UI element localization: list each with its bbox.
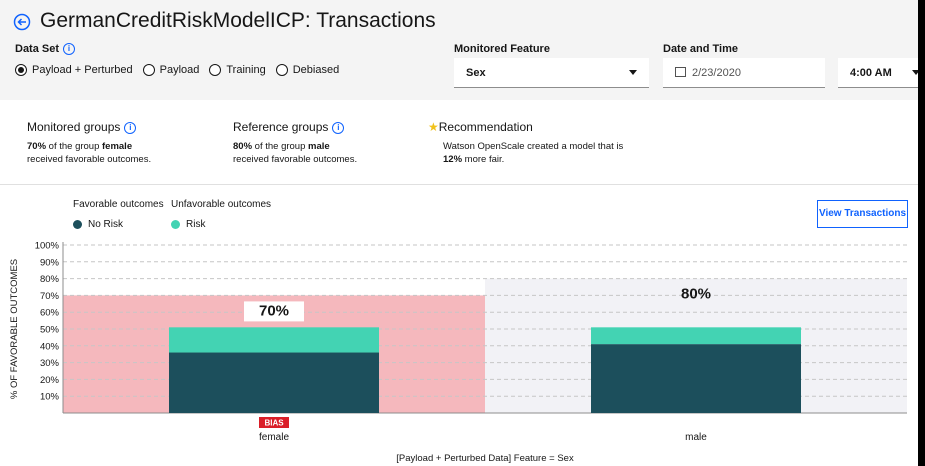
date-input[interactable]: 2/23/2020	[663, 58, 825, 88]
group-label-bg	[244, 301, 304, 322]
bias-band	[63, 295, 485, 413]
radio-icon[interactable]	[275, 64, 288, 76]
chevron-down-icon	[629, 70, 637, 75]
reference-groups-heading: Reference groups i	[233, 120, 345, 134]
legend-risk: Risk	[171, 219, 205, 230]
info-icon[interactable]: i	[332, 121, 345, 134]
radio-selected-icon[interactable]	[15, 64, 27, 76]
page-title: GermanCreditRiskModelICP: Transactions	[40, 9, 436, 32]
risk-bar-male	[591, 327, 801, 345]
y-tick-label: 30%	[40, 358, 60, 369]
data-set-radio-group: Payload + Perturbed Payload Training Deb…	[15, 64, 339, 76]
info-icon[interactable]: i	[63, 43, 76, 56]
radio-debiased[interactable]: Debiased	[275, 64, 339, 76]
no-risk-dot-icon	[73, 220, 82, 229]
y-tick-label: 70%	[40, 291, 60, 302]
view-transactions-button[interactable]: View Transactions	[817, 200, 908, 228]
x-tick-label: male	[685, 432, 707, 443]
monitored-feature-label: Monitored Feature	[454, 43, 550, 55]
legend-unfavorable-title: Unfavorable outcomes	[171, 199, 272, 210]
divider	[0, 184, 918, 185]
group-percent-label: 70%	[259, 302, 289, 319]
bias-tag	[259, 417, 289, 428]
legend-no-risk: No Risk	[73, 219, 123, 230]
risk-bar-female	[169, 327, 379, 353]
x-axis-title: [Payload + Perturbed Data] Feature = Sex	[396, 453, 574, 464]
y-tick-label: 90%	[40, 257, 60, 268]
radio-payload[interactable]: Payload	[142, 64, 199, 76]
calendar-icon	[675, 67, 686, 78]
monitored-groups-text: 70% of the group female received favorabl…	[27, 141, 152, 165]
recommendation-heading: ★Recommendation	[428, 120, 533, 134]
page: GermanCreditRiskModelICP: Transactions D…	[0, 0, 918, 466]
radio-training[interactable]: Training	[209, 64, 266, 76]
time-select[interactable]: 4:00 AM	[838, 58, 918, 88]
group-percent-label: 80%	[681, 286, 711, 303]
y-tick-label: 10%	[40, 392, 60, 403]
chevron-down-icon	[912, 70, 918, 75]
info-icon[interactable]: i	[124, 121, 137, 134]
reference-band	[485, 278, 907, 413]
data-set-label: Data Set i	[15, 43, 76, 56]
legend-favorable-title: Favorable outcomes	[73, 199, 164, 210]
back-arrow-icon[interactable]	[13, 13, 31, 31]
radio-icon[interactable]	[142, 64, 155, 76]
recommendation-text: Watson OpenScale created a model that is…	[443, 141, 624, 165]
reference-groups-text: 80% of the group male received favorable …	[233, 141, 358, 165]
star-icon: ★	[428, 120, 439, 134]
y-tick-label: 40%	[40, 341, 60, 352]
y-axis-title: % OF FAVORABLE OUTCOMES	[9, 259, 20, 399]
risk-dot-icon	[171, 220, 180, 229]
y-tick-label: 20%	[40, 375, 60, 386]
monitored-feature-select[interactable]: Sex	[454, 58, 649, 88]
y-tick-label: 100%	[35, 241, 60, 252]
radio-icon[interactable]	[209, 64, 222, 76]
monitored-groups-heading: Monitored groups i	[27, 120, 137, 134]
no-risk-bar-female	[169, 352, 379, 413]
date-time-label: Date and Time	[663, 43, 738, 55]
y-tick-label: 80%	[40, 274, 60, 285]
y-tick-label: 60%	[40, 308, 60, 319]
y-tick-label: 50%	[40, 325, 60, 336]
radio-payload-perturbed[interactable]: Payload + Perturbed	[15, 64, 133, 76]
header: GermanCreditRiskModelICP: Transactions D…	[0, 0, 918, 100]
x-tick-label: female	[259, 432, 289, 443]
no-risk-bar-male	[591, 344, 801, 413]
bias-tag-label: BIAS	[264, 419, 284, 428]
